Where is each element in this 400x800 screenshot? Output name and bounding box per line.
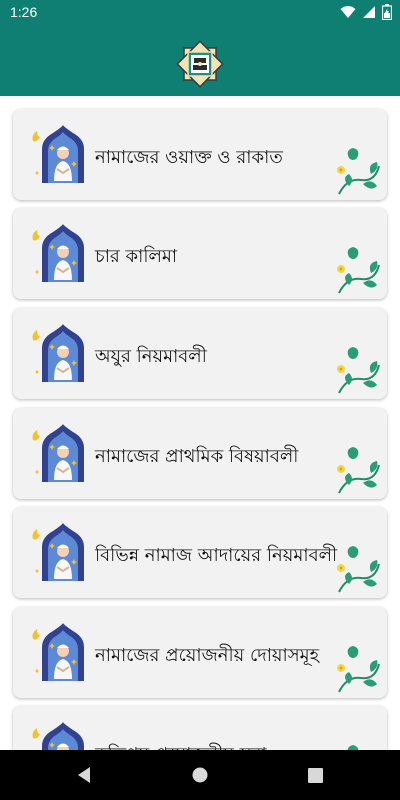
back-icon (78, 767, 90, 783)
recents-button[interactable] (303, 763, 327, 787)
app-emblem-icon (176, 40, 224, 88)
menu-item-label: বিভিন্ন নামাজ আদায়ের নিয়মাবলী (95, 545, 338, 566)
menu-item-prayer-times[interactable]: নামাজের ওয়াক্ত ও রাকাত (13, 109, 387, 200)
menu-item-label: নামাজের প্রাথমিক বিষয়াবলী (95, 446, 299, 467)
home-button[interactable] (188, 763, 212, 787)
prayer-illustration-icon (32, 424, 84, 482)
floral-decoration-icon (337, 447, 380, 494)
prayer-illustration-icon (32, 224, 84, 282)
menu-list: নামাজের ওয়াক্ত ও রাকাত চার কালিমা অযুর … (0, 96, 400, 750)
menu-item-label: অযুর নিয়মাবলী (95, 346, 207, 367)
wifi-icon (340, 6, 356, 18)
menu-item-label: চার কালিমা (95, 246, 178, 267)
navigation-bar (0, 750, 400, 800)
battery-icon (382, 4, 392, 20)
menu-item-label: কতিপয় প্রয়োজনীয় সূরা (95, 740, 267, 750)
status-icons (340, 4, 392, 20)
status-time: 1:26 (10, 4, 38, 20)
floral-decoration-icon (347, 745, 359, 750)
menu-item-label: নামাজের প্রয়োজনীয় দোয়াসমূহ (95, 645, 320, 666)
menu-item-various-prayer-rules[interactable]: বিভিন্ন নামাজ আদায়ের নিয়মাবলী (13, 507, 387, 598)
floral-decoration-icon (337, 347, 380, 394)
menu-item-ablution-rules[interactable]: অযুর নিয়মাবলী (13, 308, 387, 399)
signal-icon (363, 6, 375, 18)
home-icon (192, 767, 208, 783)
prayer-illustration-icon (32, 623, 84, 681)
menu-item-prayer-basics[interactable]: নামাজের প্রাথমিক বিষয়াবলী (13, 408, 387, 499)
back-button[interactable] (72, 763, 96, 787)
floral-decoration-icon (337, 546, 380, 593)
prayer-illustration-icon (32, 722, 84, 750)
menu-item-prayer-supplications[interactable]: নামাজের প্রয়োজনীয় দোয়াসমূহ (13, 607, 387, 698)
menu-item-four-kalima[interactable]: চার কালিমা (13, 208, 387, 299)
floral-decoration-icon (337, 247, 380, 294)
app-bar (0, 24, 400, 96)
menu-item-essential-surahs[interactable]: কতিপয় প্রয়োজনীয় সূরা (13, 706, 387, 750)
menu-item-label: নামাজের ওয়াক্ত ও রাকাত (95, 147, 283, 168)
floral-decoration-icon (337, 148, 380, 195)
prayer-illustration-icon (32, 125, 84, 183)
status-bar: 1:26 (0, 0, 400, 24)
recents-icon (307, 767, 323, 783)
floral-decoration-icon (337, 646, 380, 693)
prayer-illustration-icon (32, 324, 84, 382)
prayer-illustration-icon (32, 523, 84, 581)
